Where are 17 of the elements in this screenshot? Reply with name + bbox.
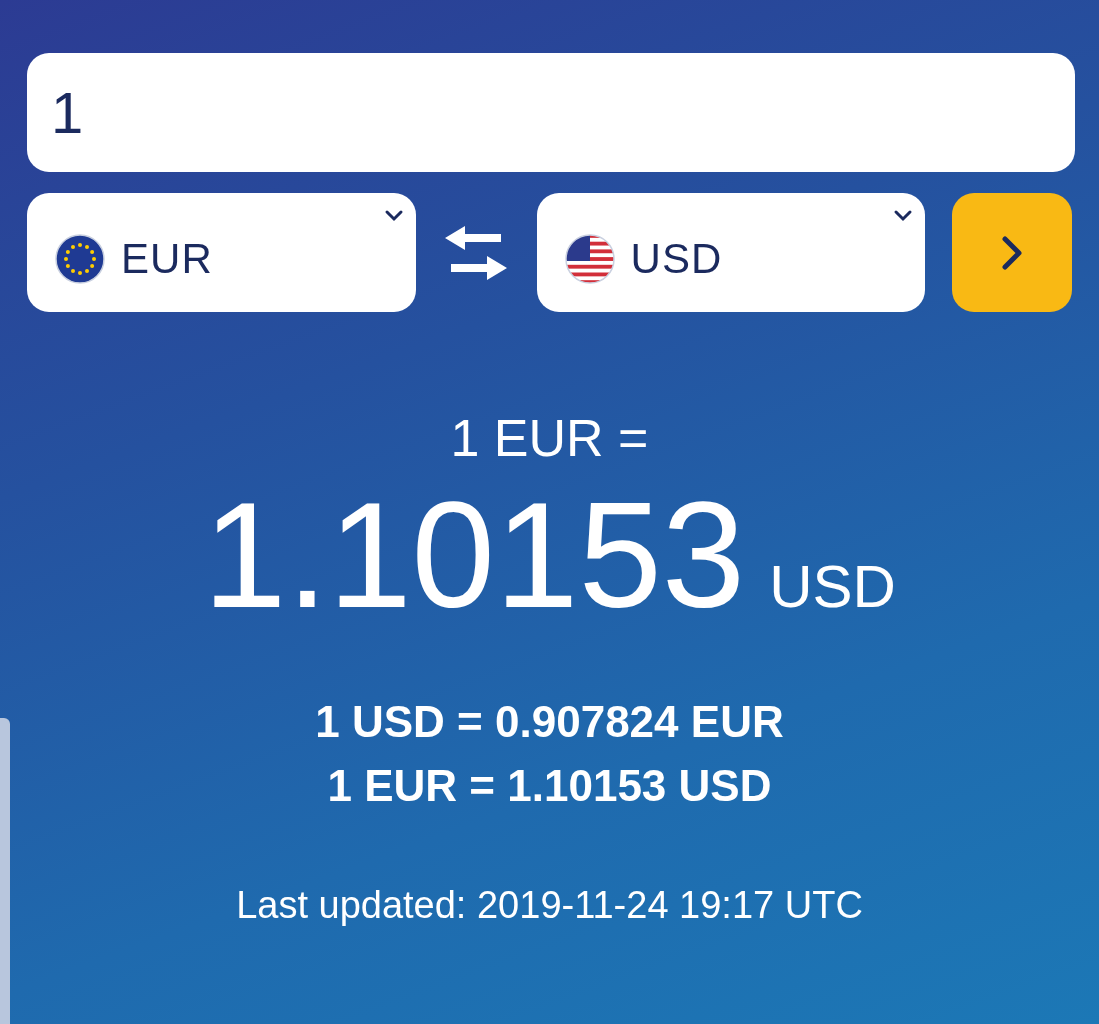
converted-currency: USD: [769, 557, 896, 617]
eu-flag-icon: [55, 233, 105, 284]
converted-value: 1.10153: [203, 480, 746, 630]
amount-field[interactable]: 1: [27, 53, 1075, 172]
from-currency-select[interactable]: EUR: [27, 193, 416, 312]
rate-base-text: 1 EUR =: [450, 412, 649, 464]
convert-button[interactable]: [952, 193, 1072, 312]
exchange-rate-text: 1 USD = 0.907824 EUR: [315, 700, 784, 744]
chevron-right-icon: [1001, 234, 1024, 271]
to-currency-select[interactable]: USD: [536, 193, 926, 312]
currency-code: USD: [630, 234, 723, 284]
chevron-down-icon: [893, 209, 914, 223]
us-flag-icon: [564, 233, 615, 284]
currency-code: EUR: [121, 234, 213, 284]
exchange-rate-text: 1 EUR = 1.10153 USD: [327, 764, 772, 808]
last-updated-text: Last updated: 2019-11-24 19:17 UTC: [236, 886, 863, 924]
chevron-down-icon: [383, 209, 404, 223]
